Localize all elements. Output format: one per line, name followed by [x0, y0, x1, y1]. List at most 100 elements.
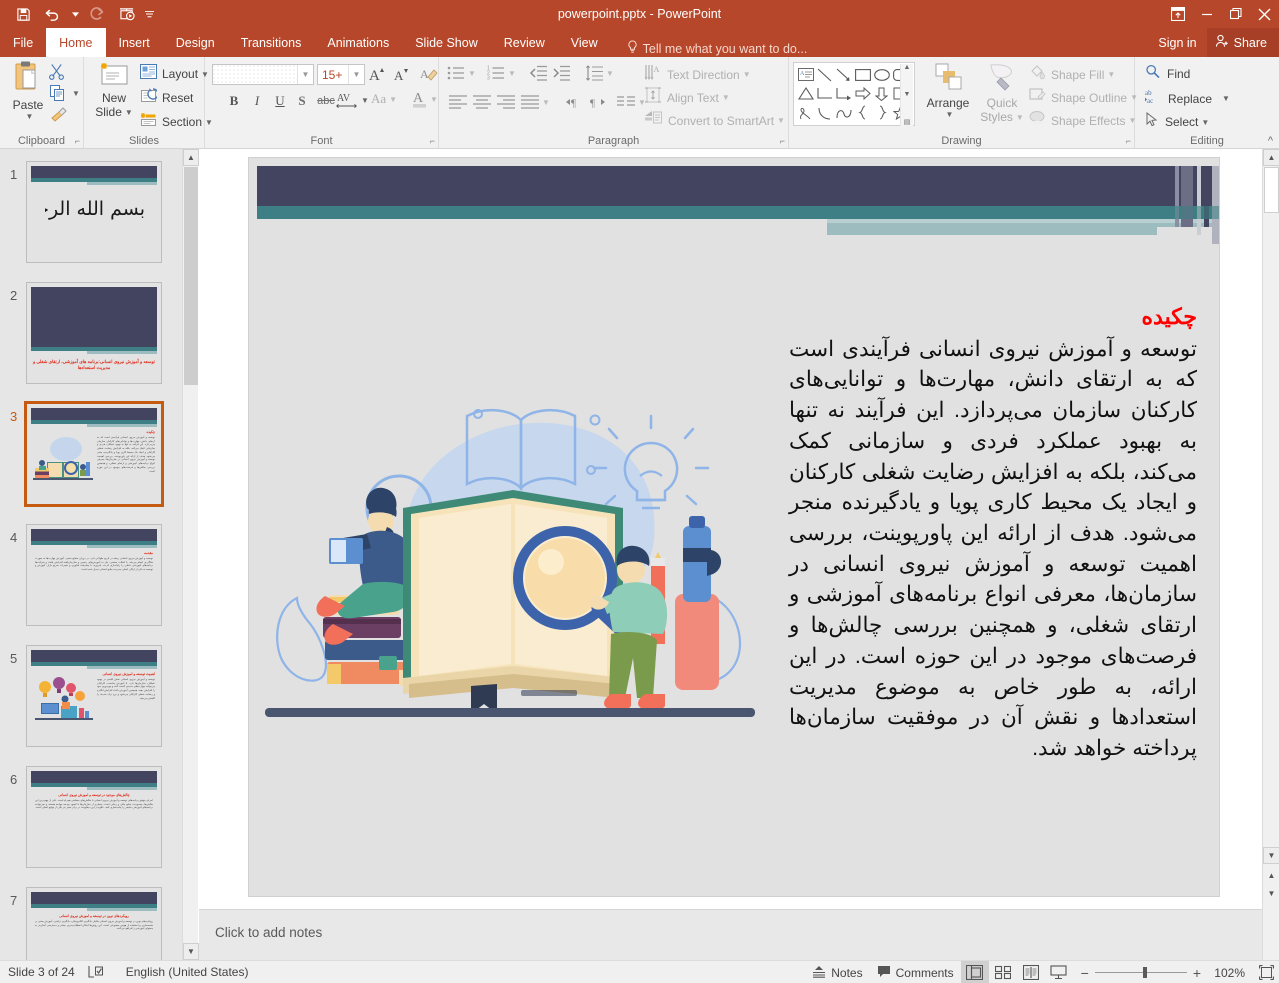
shapes-scroll-up-icon[interactable]: ▲ — [904, 64, 911, 71]
shape-scribble-icon[interactable] — [796, 103, 815, 122]
bullets-button[interactable]: ▼ — [447, 65, 476, 81]
thumbnail-scroll-up-icon[interactable]: ▲ — [183, 149, 199, 166]
character-spacing-button[interactable]: AV ▼ — [336, 90, 369, 110]
slide-scrollbar-thumb[interactable] — [1264, 167, 1279, 213]
thumbnail-canvas[interactable]: توسعه و آموزش نیروی انسانی:برنامه های آم… — [26, 282, 162, 384]
cut-button[interactable] — [48, 63, 65, 80]
shapes-gallery-scrollbar[interactable]: ▲ ▼ ▤ — [900, 64, 913, 126]
thumbnail-canvas[interactable]: مقدمه توسعه و آموزش نیروی انسانی ریشه در … — [26, 524, 162, 626]
slide-count-label[interactable]: Slide 3 of 24 — [8, 965, 75, 979]
font-color-button[interactable]: A ▼ — [412, 89, 438, 109]
comments-button[interactable]: Comments — [870, 961, 961, 983]
align-center-button[interactable] — [473, 95, 491, 109]
select-button[interactable]: Select ▼ — [1145, 111, 1209, 132]
zoom-level-label[interactable]: 102% — [1207, 966, 1245, 980]
font-name-dropdown-icon[interactable]: ▼ — [297, 65, 313, 84]
normal-view-button[interactable] — [960, 961, 989, 983]
columns-button[interactable]: ▼ — [617, 95, 646, 109]
copy-button[interactable]: ▼ — [50, 85, 80, 101]
thumbnail-slide-1[interactable]: 1 بسم الله الرحمن الرحیم — [0, 161, 182, 269]
thumbnail-canvas[interactable]: اهمیت توسعه و آموزش نیروی انسانی توسعه و … — [26, 645, 162, 747]
font-size-combobox[interactable]: 15+ ▼ — [317, 64, 365, 85]
shape-oval-icon[interactable] — [872, 65, 891, 84]
character-spacing-dropdown-icon[interactable]: ▼ — [361, 96, 369, 105]
paragraph-dialog-launcher[interactable]: ⌐ — [780, 136, 785, 146]
line-spacing-dropdown-icon[interactable]: ▼ — [606, 69, 614, 78]
numbering-dropdown-icon[interactable]: ▼ — [508, 69, 516, 78]
reading-view-button[interactable] — [1017, 961, 1045, 983]
reset-button[interactable]: Reset — [140, 88, 193, 108]
bold-button[interactable]: B — [223, 90, 245, 112]
next-slide-icon[interactable]: ▼ — [1263, 885, 1279, 901]
thumbnail-scroll-down-icon[interactable]: ▼ — [183, 943, 199, 960]
slide-show-view-button[interactable] — [1045, 961, 1073, 983]
shapes-gallery[interactable]: A ▲ ▼ ▤ — [793, 62, 915, 126]
justify-dropdown-icon[interactable]: ▼ — [542, 98, 550, 107]
increase-font-size-button[interactable]: A — [367, 63, 389, 85]
spell-check-icon[interactable] — [88, 965, 104, 979]
strikethrough-button[interactable]: abc — [315, 90, 337, 112]
convert-to-smartart-button[interactable]: Convert to SmartArt ▼ — [644, 110, 785, 131]
tab-slide-show[interactable]: Slide Show — [402, 28, 491, 57]
shape-curve-icon[interactable] — [834, 103, 853, 122]
notes-pane[interactable]: Click to add notes — [199, 909, 1262, 960]
shape-line-icon[interactable] — [815, 65, 834, 84]
thumbnail-slide-7[interactable]: 7 رویکردهای نوین در توسعه و آموزش نیروی … — [0, 887, 182, 960]
collapse-ribbon-icon[interactable]: ^ — [1268, 135, 1273, 147]
zoom-slider[interactable]: − + 102% — [1073, 965, 1253, 981]
shape-triangle-icon[interactable] — [796, 84, 815, 103]
thumbnail-slide-4[interactable]: 4 مقدمه توسعه و آموزش نیروی انسانی ریشه د… — [0, 524, 182, 632]
shapes-more-icon[interactable]: ▤ — [904, 118, 911, 126]
paste-dropdown-icon[interactable]: ▼ — [26, 112, 34, 121]
ribbon-display-options-icon[interactable] — [1163, 0, 1192, 28]
new-slide-dropdown-icon[interactable]: ▼ — [125, 108, 133, 117]
restore-icon[interactable] — [1221, 0, 1250, 28]
shape-text-box-icon[interactable]: A — [796, 65, 815, 84]
format-painter-button[interactable] — [50, 107, 68, 123]
copy-dropdown-icon[interactable]: ▼ — [72, 89, 80, 98]
shape-elbow-connector-icon[interactable] — [815, 84, 834, 103]
customize-qat-icon[interactable] — [142, 1, 156, 27]
shape-arrow-icon[interactable] — [834, 65, 853, 84]
justify-button[interactable]: ▼ — [521, 95, 550, 109]
share-button[interactable]: Share — [1206, 28, 1279, 57]
shape-arc-icon[interactable] — [815, 103, 834, 122]
shapes-scroll-down-icon[interactable]: ▼ — [904, 91, 911, 98]
thumbnail-slide-2[interactable]: 2 توسعه و آموزش نیروی انسانی:برنامه های … — [0, 282, 182, 390]
change-case-dropdown-icon[interactable]: ▼ — [389, 95, 397, 104]
numbering-button[interactable]: 123 ▼ — [487, 65, 516, 81]
convert-to-smartart-dropdown-icon[interactable]: ▼ — [777, 116, 785, 125]
shape-down-arrow-icon[interactable] — [872, 84, 891, 103]
tab-transitions[interactable]: Transitions — [228, 28, 315, 57]
redo-icon[interactable] — [82, 1, 112, 27]
increase-indent-button[interactable] — [552, 65, 571, 81]
align-text-button[interactable]: Align Text ▼ — [644, 87, 730, 108]
thumbnail-scrollbar-thumb[interactable] — [184, 167, 198, 385]
text-shadow-button[interactable]: S — [291, 90, 313, 112]
clipboard-dialog-launcher[interactable]: ⌐ — [75, 136, 80, 146]
shape-right-brace-icon[interactable] — [872, 103, 891, 122]
shape-left-brace-icon[interactable] — [853, 103, 872, 122]
save-icon[interactable] — [8, 1, 38, 27]
tab-design[interactable]: Design — [163, 28, 228, 57]
zoom-out-button[interactable]: − — [1081, 965, 1089, 981]
thumbnail-pane-scrollbar[interactable]: ▲ ▼ — [182, 149, 199, 960]
text-direction-dropdown-icon[interactable]: ▼ — [743, 70, 751, 79]
font-name-combobox[interactable]: ▼ — [212, 64, 314, 85]
quick-styles-dropdown-icon[interactable]: ▼ — [1016, 113, 1024, 122]
font-color-dropdown-icon[interactable]: ▼ — [430, 95, 438, 104]
notes-button[interactable]: Notes — [805, 961, 869, 983]
align-left-button[interactable] — [449, 95, 467, 109]
replace-button[interactable]: ab ac Replace ▼ — [1145, 88, 1230, 109]
undo-icon[interactable] — [38, 1, 68, 27]
decrease-indent-button[interactable] — [529, 65, 548, 81]
current-slide[interactable]: چکیده توسعه و آموزش نیروی انسانی فرآیندی… — [248, 157, 1220, 897]
zoom-track[interactable] — [1094, 967, 1187, 978]
slide-scroll-up-icon[interactable]: ▲ — [1263, 149, 1279, 166]
shape-fill-button[interactable]: Shape Fill ▼ — [1029, 64, 1115, 85]
new-slide-button[interactable]: New Slide ▼ — [90, 61, 138, 119]
align-text-dropdown-icon[interactable]: ▼ — [722, 93, 730, 102]
arrange-dropdown-icon[interactable]: ▼ — [946, 110, 954, 119]
section-button[interactable]: Section ▼ — [140, 112, 213, 132]
decrease-font-size-button[interactable]: A — [391, 63, 413, 85]
